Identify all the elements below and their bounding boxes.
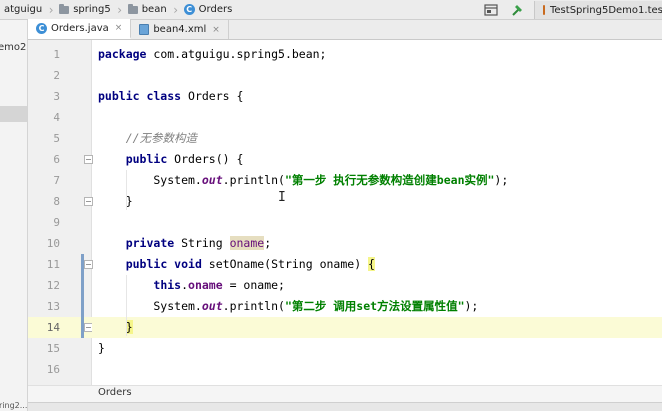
breadcrumb-separator: › (173, 2, 179, 17)
breadcrumb-label: spring5 (73, 4, 111, 15)
line-number[interactable]: 2 (30, 65, 60, 86)
breadcrumb-item-bean[interactable]: bean (124, 0, 172, 20)
close-icon[interactable]: × (115, 23, 123, 33)
code-line[interactable]: System.out.println("第二步 调用set方法设置属性值"); (92, 296, 662, 317)
close-icon[interactable]: × (212, 25, 220, 35)
code-text: public Orders() { (125, 152, 244, 166)
editor-breadcrumb-footer: Orders (28, 385, 662, 402)
code-text: public void setOname(String oname) { (125, 257, 375, 271)
line-number[interactable]: 11 (30, 254, 60, 275)
bottom-project-label: ring2... (0, 401, 28, 410)
line-number[interactable]: 5 (30, 128, 60, 149)
run-configuration-dropdown[interactable]: TestSpring5Demo1.testO (534, 1, 662, 19)
code-line[interactable]: System.out.println("第一步 执行无参数构造创建bean实例"… (92, 170, 662, 191)
line-number[interactable]: 16 (30, 359, 60, 380)
editor-tab-bar: C Orders.java × bean4.xml × (28, 19, 662, 40)
toolbar-right: TestSpring5Demo1.testO (478, 0, 662, 20)
layout-icon[interactable] (484, 3, 498, 17)
code-line[interactable]: this.oname = oname; (92, 275, 662, 296)
code-line[interactable] (92, 107, 662, 128)
tab-orders-java[interactable]: C Orders.java × (28, 19, 132, 39)
code-line[interactable] (92, 359, 662, 380)
code-line[interactable]: } (92, 191, 662, 212)
current-line-highlight (92, 317, 662, 338)
footer-breadcrumb-label[interactable]: Orders (98, 387, 132, 398)
code-line[interactable] (92, 65, 662, 86)
indent-guide (126, 170, 127, 210)
line-number[interactable]: 6 (30, 149, 60, 170)
breadcrumb-separator: › (48, 2, 54, 17)
line-number[interactable]: 8 (30, 191, 60, 212)
line-number[interactable]: 4 (30, 107, 60, 128)
project-label: emo2 (0, 42, 27, 53)
line-number[interactable]: 14 (30, 317, 60, 338)
code-line[interactable]: private String oname; (92, 233, 662, 254)
line-number[interactable]: 1 (30, 44, 60, 65)
mouse-ibeam-cursor: I (278, 190, 286, 205)
build-hammer-icon[interactable] (510, 3, 524, 17)
code-area[interactable]: package com.atguigu.spring5.bean; public … (92, 40, 662, 385)
folder-icon (59, 3, 70, 14)
code-line[interactable]: package com.atguigu.spring5.bean; (92, 44, 662, 65)
line-number[interactable]: 3 (30, 86, 60, 107)
code-text: } (98, 194, 133, 208)
breadcrumb-label: atguigu (4, 4, 43, 15)
tab-bean4-xml[interactable]: bean4.xml × (131, 20, 229, 39)
code-text: private String oname; (125, 236, 272, 250)
project-selected-row[interactable] (0, 106, 27, 122)
code-text: package com.atguigu.spring5.bean; (98, 47, 327, 61)
code-line[interactable]: } (92, 338, 662, 359)
breadcrumb-separator: › (117, 2, 123, 17)
line-number-gutter: 1 2 3 4 5 6 7 8 9 10 11 12 13 14 15 16 (28, 40, 93, 385)
line-number[interactable]: 13 (30, 296, 60, 317)
line-number[interactable]: 7 (30, 170, 60, 191)
breadcrumb-label: Orders (198, 4, 233, 15)
breadcrumb-item-project[interactable]: atguigu (0, 0, 47, 20)
code-text: public class Orders { (98, 89, 244, 103)
run-config-icon (543, 5, 545, 15)
breadcrumb-item-spring5[interactable]: spring5 (55, 0, 116, 20)
code-line[interactable]: } (92, 317, 662, 338)
navigation-bar: atguigu › spring5 › bean › C Orders Test… (0, 0, 662, 20)
code-line[interactable]: //无参数构造 (92, 128, 662, 149)
code-line[interactable] (92, 212, 662, 233)
breadcrumb-label: bean (141, 4, 167, 15)
code-text: //无参数构造 (125, 131, 198, 145)
vcs-change-marker[interactable] (81, 254, 84, 338)
class-icon: C (36, 22, 47, 34)
code-line[interactable]: public void setOname(String oname) { (92, 254, 662, 275)
tab-label: Orders.java (51, 22, 109, 34)
run-config-label: TestSpring5Demo1.testO (550, 4, 662, 16)
code-text: System.out.println("第一步 执行无参数构造创建bean实例"… (98, 173, 509, 187)
code-text: } (98, 341, 105, 355)
folder-icon (127, 3, 138, 14)
code-editor[interactable]: 1 2 3 4 5 6 7 8 9 10 11 12 13 14 15 16 package com.atgu… (28, 40, 662, 385)
line-number[interactable]: 12 (30, 275, 60, 296)
indent-guide (126, 275, 127, 336)
project-panel[interactable]: emo2 (0, 20, 28, 411)
code-text: System.out.println("第二步 调用set方法设置属性值"); (98, 299, 479, 313)
line-number[interactable]: 10 (30, 233, 60, 254)
code-line[interactable]: public class Orders { (92, 86, 662, 107)
xml-file-icon (139, 24, 150, 35)
code-text: } (125, 320, 133, 334)
tab-label: bean4.xml (153, 24, 207, 35)
breadcrumb-item-orders[interactable]: C Orders (180, 0, 238, 20)
line-number[interactable]: 15 (30, 338, 60, 359)
bottom-tool-strip (28, 402, 662, 411)
line-number[interactable]: 9 (30, 212, 60, 233)
code-line[interactable]: public Orders() { (92, 149, 662, 170)
class-icon: C (183, 4, 195, 15)
